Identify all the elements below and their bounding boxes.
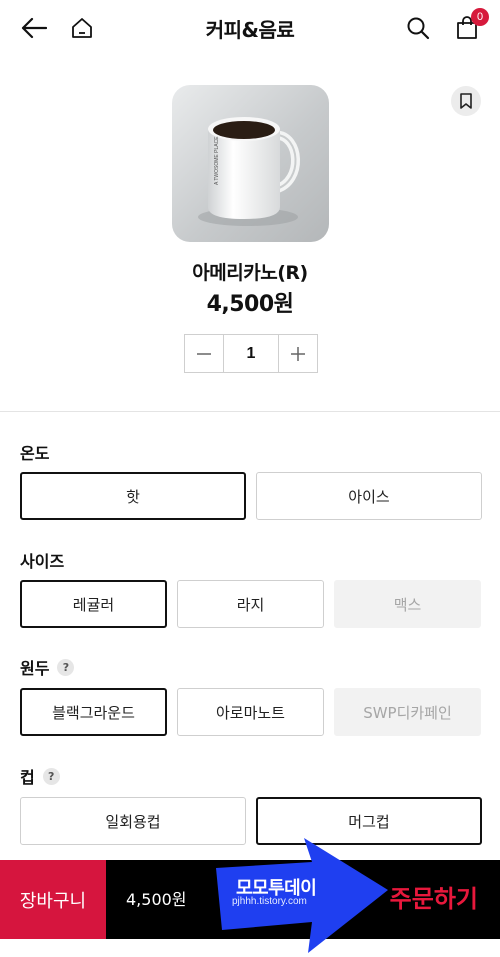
product-image: A TWOSOME PLACE bbox=[172, 85, 329, 242]
option-bean-blackground[interactable]: 블랙그라운드 bbox=[20, 688, 167, 736]
option-hot[interactable]: 핫 bbox=[20, 472, 246, 520]
quantity-value: 1 bbox=[223, 335, 279, 372]
option-cup-disposable[interactable]: 일회용컵 bbox=[20, 797, 246, 845]
watermark-url: pjhhh.tistory.com bbox=[232, 896, 307, 907]
bean-label: 원두 ? bbox=[20, 655, 75, 679]
help-icon[interactable]: ? bbox=[42, 767, 60, 785]
plus-icon[interactable] bbox=[279, 335, 317, 372]
option-size-max: 맥스 bbox=[334, 580, 481, 628]
divider bbox=[0, 411, 500, 412]
cart-icon[interactable]: 0 bbox=[449, 8, 489, 46]
temperature-label: 온도 bbox=[20, 444, 50, 463]
order-button[interactable]: 주문하기 bbox=[390, 860, 478, 939]
option-size-regular[interactable]: 레귤러 bbox=[20, 580, 167, 628]
bookmark-icon[interactable] bbox=[451, 86, 481, 116]
app-header: 커피&음료 0 bbox=[0, 0, 500, 56]
quantity-stepper: 1 bbox=[184, 334, 318, 373]
order-total: 4,500원 bbox=[126, 890, 187, 909]
product-name: 아메리카노(R) bbox=[192, 262, 308, 284]
cup-label: 컵 ? bbox=[20, 764, 60, 788]
option-bean-aromanote[interactable]: 아로마노트 bbox=[177, 688, 324, 736]
cart-count-badge: 0 bbox=[471, 8, 489, 26]
help-icon[interactable]: ? bbox=[57, 658, 75, 676]
minus-icon[interactable] bbox=[185, 335, 223, 372]
product-price: 4,500원 bbox=[206, 292, 294, 317]
search-icon[interactable] bbox=[400, 10, 436, 46]
size-label: 사이즈 bbox=[20, 552, 65, 571]
svg-text:A TWOSOME PLACE: A TWOSOME PLACE bbox=[214, 136, 220, 185]
add-to-cart-button[interactable]: 장바구니 bbox=[0, 860, 106, 939]
option-size-large[interactable]: 라지 bbox=[177, 580, 324, 628]
option-cup-mug[interactable]: 머그컵 bbox=[256, 797, 482, 845]
option-iced[interactable]: 아이스 bbox=[256, 472, 482, 520]
option-bean-swp-decaf: SWP디카페인 bbox=[334, 688, 481, 736]
